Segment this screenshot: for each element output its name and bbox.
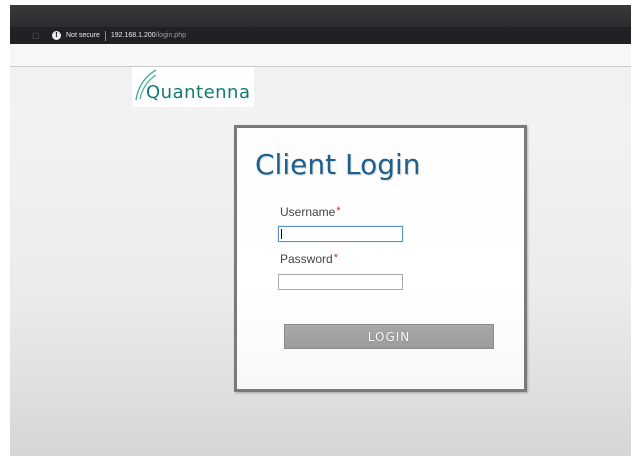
- password-input[interactable]: [278, 274, 403, 290]
- page-title: Client Login: [255, 148, 421, 181]
- username-label: Username*: [280, 205, 341, 219]
- login-panel: Client Login Username* Password* LOGIN: [234, 125, 527, 392]
- browser-window: ▢ ! Not secure 192.168.1.200/login.php Q…: [0, 0, 631, 456]
- header: Quantenna: [10, 66, 631, 108]
- password-label: Password*: [280, 252, 338, 266]
- browser-tab-strip: [10, 5, 631, 27]
- text-cursor: [281, 229, 282, 239]
- security-status[interactable]: Not secure: [66, 32, 100, 39]
- reload-icon[interactable]: ▢: [32, 31, 40, 40]
- login-button[interactable]: LOGIN: [284, 324, 494, 349]
- info-icon[interactable]: !: [52, 31, 61, 40]
- password-label-text: Password: [280, 252, 333, 266]
- url-host[interactable]: 192.168.1.200: [111, 32, 156, 39]
- page: Quantenna Client Login Username* Passwor…: [10, 44, 631, 456]
- logo-text: Quantenna: [146, 82, 251, 103]
- url-separator: [104, 30, 106, 41]
- username-label-text: Username: [280, 205, 336, 219]
- required-marker: *: [336, 205, 341, 217]
- page-top-band: [10, 44, 631, 66]
- username-input[interactable]: [278, 226, 403, 242]
- address-bar[interactable]: ▢ ! Not secure 192.168.1.200/login.php: [10, 27, 631, 44]
- required-marker: *: [333, 252, 338, 264]
- url-path[interactable]: /login.php: [156, 32, 186, 39]
- logo: Quantenna: [132, 67, 254, 107]
